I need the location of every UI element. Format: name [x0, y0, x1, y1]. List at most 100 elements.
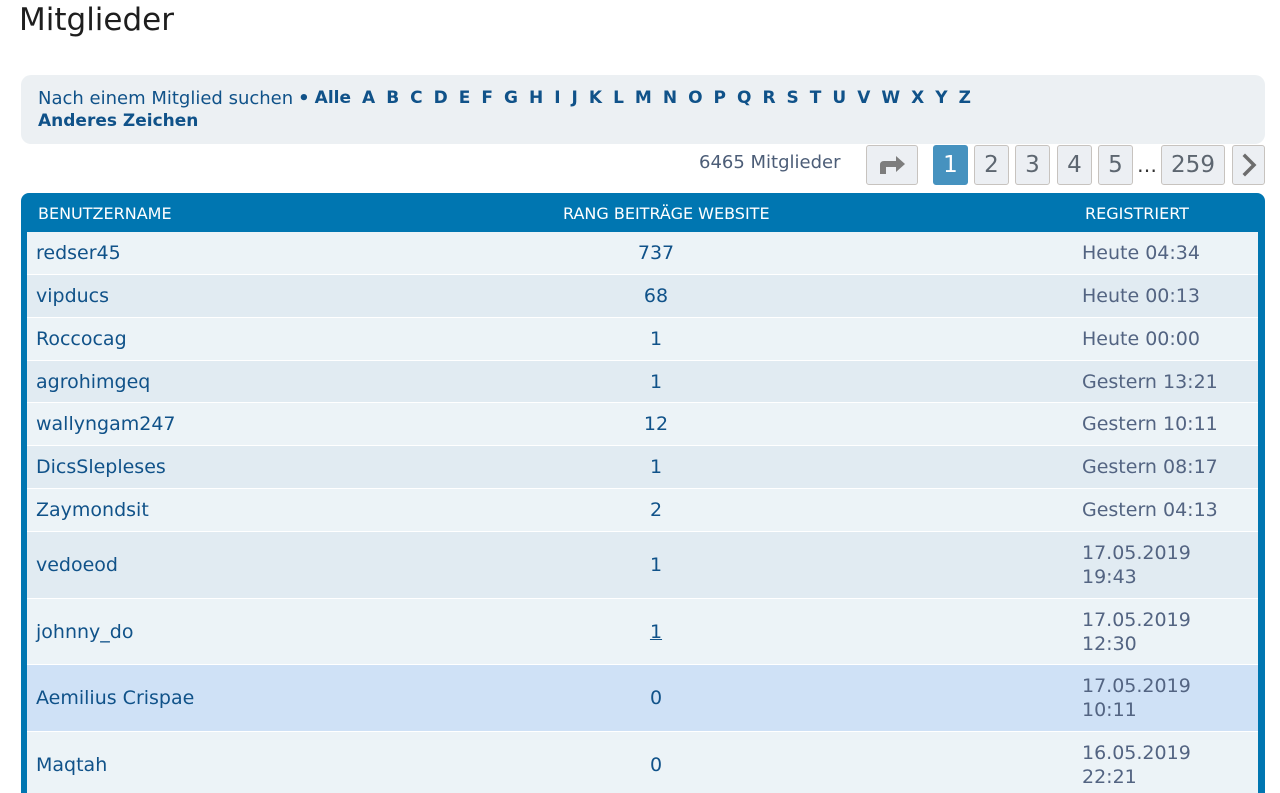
- member-registered-date: Heute 00:13: [1082, 285, 1200, 307]
- member-username-link[interactable]: johnny_do: [36, 621, 133, 643]
- member-registered-date-time: 12:30: [1082, 633, 1137, 655]
- member-username-link[interactable]: DicsSlepleses: [36, 456, 166, 478]
- filter-other-characters-link[interactable]: Anderes Zeichen: [38, 111, 198, 131]
- header-rank-posts-website[interactable]: RANG BEITRÄGE WEBSITE: [563, 204, 770, 223]
- filter-letter-x[interactable]: X: [911, 88, 924, 108]
- page-button-3[interactable]: 3: [1015, 145, 1050, 185]
- chevron-right-icon: [1242, 153, 1256, 177]
- filter-letter-e[interactable]: E: [459, 88, 471, 108]
- member-post-count: 12: [643, 413, 669, 435]
- table-row: Aemilius Crispae 0 17.05.2019 10:11: [27, 665, 1258, 732]
- member-registered-date: 16.05.2019 22:21: [1082, 741, 1191, 789]
- pagination-bar: 6465 Mitglieder 1 2 3 4 5 … 259: [0, 145, 1280, 187]
- table-row: vedoeod 1 17.05.2019 19:43: [27, 532, 1258, 599]
- member-registered-date-day: 17.05.2019: [1082, 675, 1191, 697]
- table-row: Maqtah 0 16.05.2019 22:21: [27, 732, 1258, 793]
- member-username-link[interactable]: vipducs: [36, 285, 109, 307]
- filter-all-link[interactable]: Alle: [315, 88, 351, 108]
- filter-letter-o[interactable]: O: [688, 88, 702, 108]
- member-username-link[interactable]: Aemilius Crispae: [36, 687, 194, 709]
- filter-letter-h[interactable]: H: [529, 88, 543, 108]
- page-button-last[interactable]: 259: [1161, 145, 1225, 185]
- member-registered-date-time: 10:11: [1082, 699, 1137, 721]
- header-registered[interactable]: REGISTRIERT: [1085, 204, 1189, 223]
- table-row: DicsSlepleses 1 Gestern 08:17: [27, 446, 1258, 489]
- filter-letter-k[interactable]: K: [589, 88, 602, 108]
- member-registered-date: Heute 04:34: [1082, 242, 1200, 264]
- member-post-count: 1: [649, 456, 663, 478]
- filter-letter-z[interactable]: Z: [959, 88, 971, 108]
- filter-letter-t[interactable]: T: [810, 88, 822, 108]
- member-post-count: 1: [649, 554, 663, 576]
- page-button-1[interactable]: 1: [933, 145, 968, 185]
- member-registered-date: Gestern 04:13: [1082, 499, 1218, 521]
- table-row: Roccocag 1 Heute 00:00: [27, 318, 1258, 361]
- member-username-link[interactable]: redser45: [36, 242, 121, 264]
- filter-letter-s[interactable]: S: [787, 88, 799, 108]
- member-registered-date: 17.05.2019 10:11: [1082, 674, 1191, 722]
- member-post-count-link[interactable]: 1: [626, 621, 686, 643]
- filter-letter-m[interactable]: M: [635, 88, 652, 108]
- member-post-count: 2: [649, 499, 663, 521]
- table-row: vipducs 68 Heute 00:13: [27, 275, 1258, 318]
- filter-letter-g[interactable]: G: [504, 88, 518, 108]
- filter-letter-l[interactable]: L: [613, 88, 624, 108]
- member-username-link[interactable]: Zaymondsit: [36, 499, 149, 521]
- filter-letter-j[interactable]: J: [572, 88, 578, 108]
- filter-letter-p[interactable]: P: [714, 88, 726, 108]
- member-username-link[interactable]: Maqtah: [36, 754, 107, 776]
- member-post-count: 1: [649, 328, 663, 350]
- filter-letter-a[interactable]: A: [362, 88, 375, 108]
- member-post-count: 737: [637, 242, 675, 264]
- member-username-link[interactable]: agrohimgeq: [36, 371, 150, 393]
- member-registered-date-day: 17.05.2019: [1082, 609, 1191, 631]
- filter-letter-u[interactable]: U: [832, 88, 846, 108]
- member-registered-date-time: 19:43: [1082, 566, 1137, 588]
- filter-letter-n[interactable]: N: [663, 88, 677, 108]
- jump-arrow-icon: [880, 156, 905, 174]
- page-title: Mitglieder: [19, 2, 174, 38]
- page-button-2[interactable]: 2: [974, 145, 1009, 185]
- member-registered-date: Gestern 13:21: [1082, 371, 1218, 393]
- member-registered-date: 17.05.2019 19:43: [1082, 541, 1191, 589]
- table-row: wallyngam247 12 Gestern 10:11: [27, 403, 1258, 446]
- filter-letter-r[interactable]: R: [762, 88, 775, 108]
- members-table-header: BENUTZERNAME RANG BEITRÄGE WEBSITE REGIS…: [27, 193, 1258, 232]
- member-post-count: 0: [649, 687, 663, 709]
- filter-letter-w[interactable]: W: [881, 88, 900, 108]
- table-row: Zaymondsit 2 Gestern 04:13: [27, 489, 1258, 532]
- filter-letter-d[interactable]: D: [434, 88, 448, 108]
- member-username-link[interactable]: wallyngam247: [36, 413, 176, 435]
- member-registered-date: Heute 00:00: [1082, 328, 1200, 350]
- member-registered-date: 17.05.2019 12:30: [1082, 608, 1191, 656]
- separator-bullet: •: [298, 87, 310, 109]
- member-post-count: 0: [649, 754, 663, 776]
- member-search-panel: Nach einem Mitglied suchen • Alle A B C …: [21, 75, 1265, 144]
- member-post-count: 68: [643, 285, 669, 307]
- members-table: BENUTZERNAME RANG BEITRÄGE WEBSITE REGIS…: [21, 193, 1265, 793]
- filter-letter-b[interactable]: B: [386, 88, 399, 108]
- page-button-4[interactable]: 4: [1057, 145, 1092, 185]
- filter-letter-y[interactable]: Y: [935, 88, 947, 108]
- table-row: agrohimgeq 1 Gestern 13:21: [27, 361, 1258, 403]
- next-page-button[interactable]: [1232, 145, 1265, 185]
- member-username-link[interactable]: Roccocag: [36, 328, 127, 350]
- header-username[interactable]: BENUTZERNAME: [38, 204, 172, 223]
- filter-letter-q[interactable]: Q: [737, 88, 751, 108]
- member-registered-date: Gestern 10:11: [1082, 413, 1218, 435]
- member-count: 6465 Mitglieder: [699, 152, 841, 173]
- filter-letter-f[interactable]: F: [481, 88, 493, 108]
- page-button-5[interactable]: 5: [1098, 145, 1133, 185]
- member-registered-date-time: 22:21: [1082, 766, 1137, 788]
- jump-to-page-button[interactable]: [866, 145, 918, 185]
- table-row: redser45 737 Heute 04:34: [27, 232, 1258, 275]
- table-row: johnny_do 1 17.05.2019 12:30: [27, 599, 1258, 665]
- member-registered-date-day: 16.05.2019: [1082, 742, 1191, 764]
- member-registered-date-day: 17.05.2019: [1082, 542, 1191, 564]
- filter-letter-i[interactable]: I: [554, 88, 560, 108]
- filter-letter-v[interactable]: V: [857, 88, 870, 108]
- filter-letter-c[interactable]: C: [410, 88, 422, 108]
- alphabet-filter-row: Nach einem Mitglied suchen • Alle A B C …: [38, 86, 1248, 110]
- pagination-ellipsis: …: [1137, 153, 1157, 177]
- member-username-link[interactable]: vedoeod: [36, 554, 118, 576]
